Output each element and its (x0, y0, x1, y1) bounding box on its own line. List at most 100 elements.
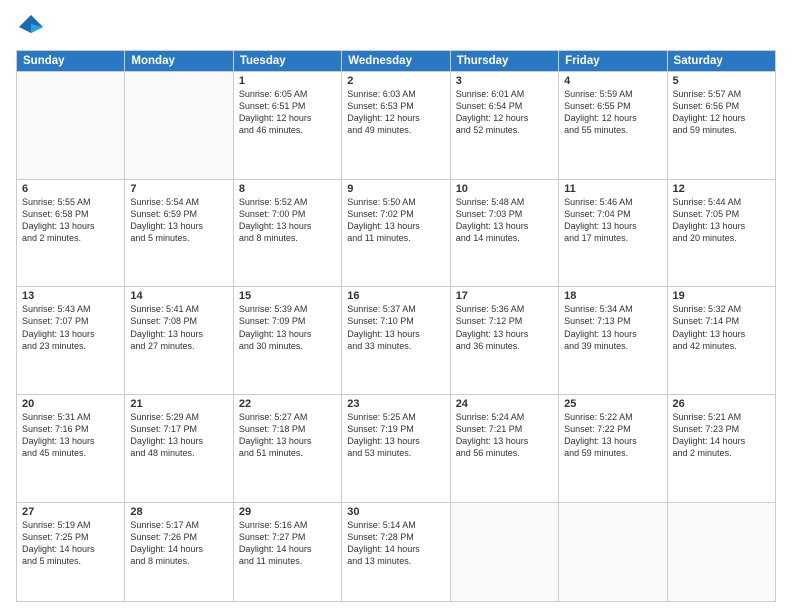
day-detail: Sunrise: 5:55 AM Sunset: 6:58 PM Dayligh… (22, 196, 119, 245)
calendar-table: SundayMondayTuesdayWednesdayThursdayFrid… (16, 50, 776, 602)
day-cell: 12Sunrise: 5:44 AM Sunset: 7:05 PM Dayli… (667, 179, 775, 287)
week-row-3: 13Sunrise: 5:43 AM Sunset: 7:07 PM Dayli… (17, 287, 776, 395)
day-number: 9 (347, 183, 444, 195)
day-detail: Sunrise: 5:16 AM Sunset: 7:27 PM Dayligh… (239, 519, 336, 568)
day-number: 2 (347, 75, 444, 87)
day-detail: Sunrise: 5:25 AM Sunset: 7:19 PM Dayligh… (347, 411, 444, 460)
day-cell: 10Sunrise: 5:48 AM Sunset: 7:03 PM Dayli… (450, 179, 558, 287)
day-cell: 9Sunrise: 5:50 AM Sunset: 7:02 PM Daylig… (342, 179, 450, 287)
day-number: 13 (22, 290, 119, 302)
day-detail: Sunrise: 5:27 AM Sunset: 7:18 PM Dayligh… (239, 411, 336, 460)
day-cell: 16Sunrise: 5:37 AM Sunset: 7:10 PM Dayli… (342, 287, 450, 395)
col-header-wednesday: Wednesday (342, 51, 450, 72)
day-cell: 26Sunrise: 5:21 AM Sunset: 7:23 PM Dayli… (667, 394, 775, 502)
day-cell: 14Sunrise: 5:41 AM Sunset: 7:08 PM Dayli… (125, 287, 233, 395)
day-cell: 30Sunrise: 5:14 AM Sunset: 7:28 PM Dayli… (342, 502, 450, 601)
day-cell: 4Sunrise: 5:59 AM Sunset: 6:55 PM Daylig… (559, 72, 667, 180)
day-number: 30 (347, 506, 444, 518)
day-detail: Sunrise: 5:37 AM Sunset: 7:10 PM Dayligh… (347, 303, 444, 352)
day-number: 29 (239, 506, 336, 518)
day-cell: 8Sunrise: 5:52 AM Sunset: 7:00 PM Daylig… (233, 179, 341, 287)
col-header-friday: Friday (559, 51, 667, 72)
week-row-4: 20Sunrise: 5:31 AM Sunset: 7:16 PM Dayli… (17, 394, 776, 502)
day-number: 17 (456, 290, 553, 302)
day-cell: 24Sunrise: 5:24 AM Sunset: 7:21 PM Dayli… (450, 394, 558, 502)
logo (16, 12, 50, 42)
day-detail: Sunrise: 5:52 AM Sunset: 7:00 PM Dayligh… (239, 196, 336, 245)
day-cell: 2Sunrise: 6:03 AM Sunset: 6:53 PM Daylig… (342, 72, 450, 180)
col-header-thursday: Thursday (450, 51, 558, 72)
day-cell: 3Sunrise: 6:01 AM Sunset: 6:54 PM Daylig… (450, 72, 558, 180)
day-cell: 20Sunrise: 5:31 AM Sunset: 7:16 PM Dayli… (17, 394, 125, 502)
day-cell: 19Sunrise: 5:32 AM Sunset: 7:14 PM Dayli… (667, 287, 775, 395)
day-detail: Sunrise: 5:24 AM Sunset: 7:21 PM Dayligh… (456, 411, 553, 460)
day-number: 19 (673, 290, 770, 302)
day-detail: Sunrise: 5:43 AM Sunset: 7:07 PM Dayligh… (22, 303, 119, 352)
col-header-sunday: Sunday (17, 51, 125, 72)
day-number: 20 (22, 398, 119, 410)
col-header-tuesday: Tuesday (233, 51, 341, 72)
week-row-2: 6Sunrise: 5:55 AM Sunset: 6:58 PM Daylig… (17, 179, 776, 287)
day-number: 26 (673, 398, 770, 410)
day-cell: 1Sunrise: 6:05 AM Sunset: 6:51 PM Daylig… (233, 72, 341, 180)
day-cell: 5Sunrise: 5:57 AM Sunset: 6:56 PM Daylig… (667, 72, 775, 180)
day-detail: Sunrise: 5:54 AM Sunset: 6:59 PM Dayligh… (130, 196, 227, 245)
col-header-monday: Monday (125, 51, 233, 72)
day-detail: Sunrise: 5:48 AM Sunset: 7:03 PM Dayligh… (456, 196, 553, 245)
day-number: 16 (347, 290, 444, 302)
day-detail: Sunrise: 5:57 AM Sunset: 6:56 PM Dayligh… (673, 88, 770, 137)
day-number: 27 (22, 506, 119, 518)
day-cell: 21Sunrise: 5:29 AM Sunset: 7:17 PM Dayli… (125, 394, 233, 502)
day-detail: Sunrise: 5:59 AM Sunset: 6:55 PM Dayligh… (564, 88, 661, 137)
day-detail: Sunrise: 6:03 AM Sunset: 6:53 PM Dayligh… (347, 88, 444, 137)
day-number: 8 (239, 183, 336, 195)
day-detail: Sunrise: 6:01 AM Sunset: 6:54 PM Dayligh… (456, 88, 553, 137)
day-number: 14 (130, 290, 227, 302)
day-cell: 25Sunrise: 5:22 AM Sunset: 7:22 PM Dayli… (559, 394, 667, 502)
day-number: 11 (564, 183, 661, 195)
day-number: 18 (564, 290, 661, 302)
day-number: 1 (239, 75, 336, 87)
day-number: 3 (456, 75, 553, 87)
day-number: 12 (673, 183, 770, 195)
day-cell: 6Sunrise: 5:55 AM Sunset: 6:58 PM Daylig… (17, 179, 125, 287)
day-number: 25 (564, 398, 661, 410)
week-row-1: 1Sunrise: 6:05 AM Sunset: 6:51 PM Daylig… (17, 72, 776, 180)
day-detail: Sunrise: 5:36 AM Sunset: 7:12 PM Dayligh… (456, 303, 553, 352)
day-number: 7 (130, 183, 227, 195)
day-detail: Sunrise: 5:17 AM Sunset: 7:26 PM Dayligh… (130, 519, 227, 568)
day-cell (450, 502, 558, 601)
day-detail: Sunrise: 5:44 AM Sunset: 7:05 PM Dayligh… (673, 196, 770, 245)
day-number: 21 (130, 398, 227, 410)
day-cell: 23Sunrise: 5:25 AM Sunset: 7:19 PM Dayli… (342, 394, 450, 502)
day-detail: Sunrise: 5:46 AM Sunset: 7:04 PM Dayligh… (564, 196, 661, 245)
day-cell: 13Sunrise: 5:43 AM Sunset: 7:07 PM Dayli… (17, 287, 125, 395)
day-number: 15 (239, 290, 336, 302)
day-detail: Sunrise: 5:32 AM Sunset: 7:14 PM Dayligh… (673, 303, 770, 352)
day-number: 5 (673, 75, 770, 87)
day-number: 4 (564, 75, 661, 87)
day-cell (667, 502, 775, 601)
day-cell: 7Sunrise: 5:54 AM Sunset: 6:59 PM Daylig… (125, 179, 233, 287)
day-cell: 27Sunrise: 5:19 AM Sunset: 7:25 PM Dayli… (17, 502, 125, 601)
day-cell: 18Sunrise: 5:34 AM Sunset: 7:13 PM Dayli… (559, 287, 667, 395)
day-cell (17, 72, 125, 180)
day-detail: Sunrise: 5:50 AM Sunset: 7:02 PM Dayligh… (347, 196, 444, 245)
day-cell: 22Sunrise: 5:27 AM Sunset: 7:18 PM Dayli… (233, 394, 341, 502)
week-row-5: 27Sunrise: 5:19 AM Sunset: 7:25 PM Dayli… (17, 502, 776, 601)
day-number: 6 (22, 183, 119, 195)
day-cell (559, 502, 667, 601)
col-header-saturday: Saturday (667, 51, 775, 72)
day-detail: Sunrise: 5:19 AM Sunset: 7:25 PM Dayligh… (22, 519, 119, 568)
day-number: 23 (347, 398, 444, 410)
day-number: 28 (130, 506, 227, 518)
logo-icon (16, 12, 46, 42)
day-cell: 15Sunrise: 5:39 AM Sunset: 7:09 PM Dayli… (233, 287, 341, 395)
day-cell: 28Sunrise: 5:17 AM Sunset: 7:26 PM Dayli… (125, 502, 233, 601)
day-detail: Sunrise: 5:14 AM Sunset: 7:28 PM Dayligh… (347, 519, 444, 568)
day-detail: Sunrise: 5:31 AM Sunset: 7:16 PM Dayligh… (22, 411, 119, 460)
day-number: 10 (456, 183, 553, 195)
day-detail: Sunrise: 6:05 AM Sunset: 6:51 PM Dayligh… (239, 88, 336, 137)
day-cell: 29Sunrise: 5:16 AM Sunset: 7:27 PM Dayli… (233, 502, 341, 601)
day-cell (125, 72, 233, 180)
